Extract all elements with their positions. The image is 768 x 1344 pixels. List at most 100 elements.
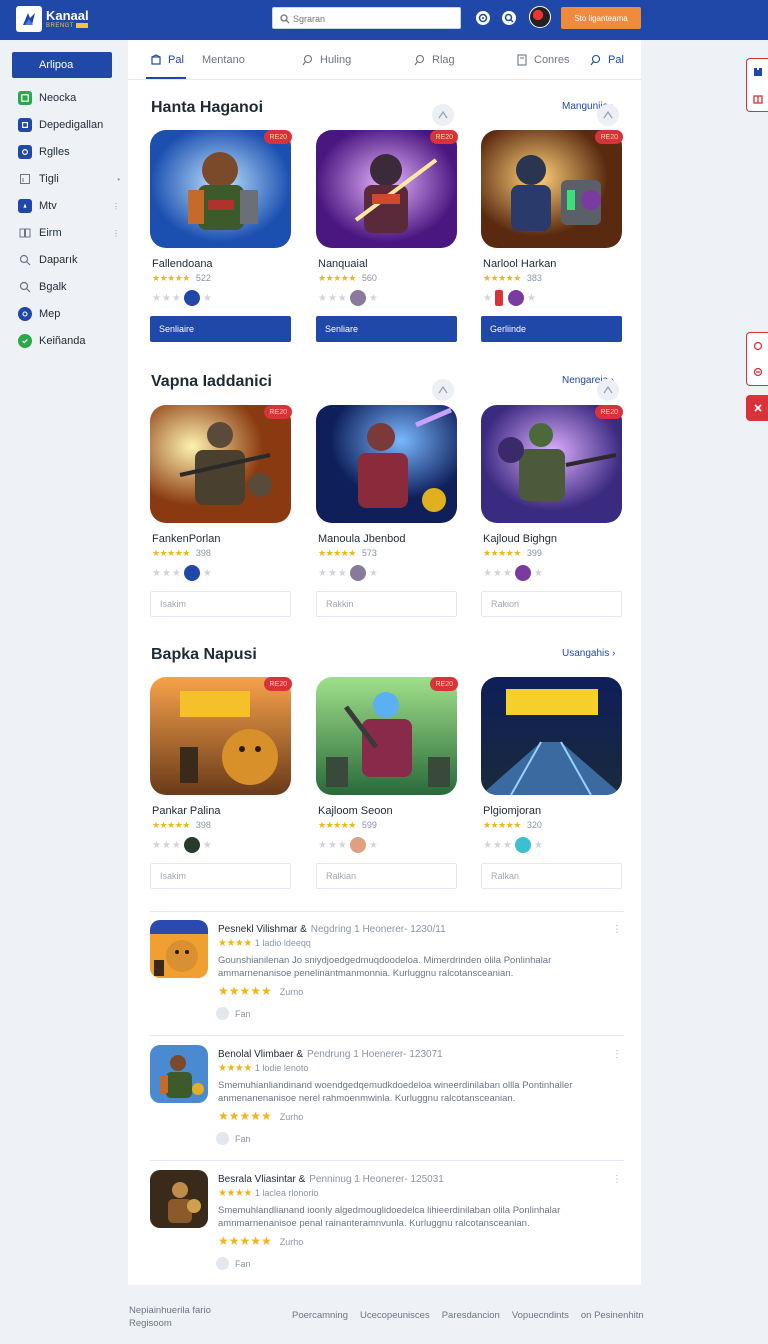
review-author[interactable]: Benolal Vlimbaer &: [218, 1049, 303, 1060]
signup-button[interactable]: Sto liganteama: [561, 7, 641, 29]
more-icon[interactable]: ⋮: [612, 1174, 622, 1185]
puzzle-icon[interactable]: [752, 66, 764, 78]
platform-icon: [494, 290, 503, 306]
more-icon[interactable]: ⋮: [112, 229, 120, 238]
game-thumbnail[interactable]: [316, 130, 457, 248]
tab-mentano[interactable]: Mentano: [202, 54, 245, 66]
rating-count: 320: [526, 820, 542, 830]
sidebar-item-8[interactable]: Bgalk: [12, 275, 112, 299]
game-action-button[interactable]: Senliare: [316, 316, 457, 342]
tab-pal[interactable]: Pal: [150, 54, 184, 66]
stars: ★★★★★: [318, 273, 356, 283]
game-title[interactable]: Kajloom Seoon: [318, 805, 393, 817]
share-icon[interactable]: [432, 104, 454, 126]
review-game-icon[interactable]: [150, 1045, 208, 1103]
platform-row: ★★★ ★: [318, 837, 379, 853]
game-title[interactable]: Nanquaial: [318, 258, 368, 270]
game-action-button[interactable]: Gerliinde: [481, 316, 622, 342]
like-button[interactable]: Fan: [216, 1007, 251, 1020]
game-title[interactable]: FankenPorlan: [152, 533, 221, 545]
game-thumbnail[interactable]: [150, 405, 291, 523]
game-title[interactable]: Manoula Jbenbod: [318, 533, 405, 545]
sidebar-item-9[interactable]: Mep: [12, 302, 112, 326]
discover-icon[interactable]: [502, 11, 516, 25]
game-title[interactable]: Kajloud Bighgn: [483, 533, 557, 545]
game-thumbnail[interactable]: [481, 677, 622, 795]
like-button[interactable]: Fan: [216, 1132, 251, 1145]
share-icon[interactable]: [597, 379, 619, 401]
sidebar-item-7[interactable]: Daparık: [12, 248, 112, 272]
platform-row: ★★★ ★: [483, 837, 544, 853]
tab-conres[interactable]: Conres: [516, 54, 569, 66]
sidebar-item-label: Neocka: [39, 92, 77, 104]
sidebar-item-home[interactable]: Arlipoa: [12, 52, 112, 78]
game-thumbnail[interactable]: [481, 130, 622, 248]
tab-huling[interactable]: Huling: [302, 54, 351, 66]
game-action-button[interactable]: Rakkin: [316, 591, 457, 617]
game-action-button[interactable]: Isakim: [150, 591, 291, 617]
review-item: Besrala Vliasintar & Penninug 1 Heonerer-…: [150, 1162, 624, 1286]
search-icon: [414, 54, 425, 66]
refresh-icon[interactable]: [752, 340, 764, 352]
sidebar-item-10[interactable]: Keiñanda: [12, 329, 112, 353]
tab-pal-right[interactable]: Pal: [590, 54, 624, 66]
share-icon[interactable]: [597, 104, 619, 126]
sidebar-item-3[interactable]: Rglles: [12, 140, 112, 164]
sidebar-item-5[interactable]: Mtv ⋮: [12, 194, 120, 218]
more-icon[interactable]: ⋮: [112, 202, 120, 211]
check-icon: [18, 334, 32, 348]
gift-icon[interactable]: [752, 92, 764, 104]
see-all-link[interactable]: Usangahis ›: [562, 648, 615, 659]
more-icon[interactable]: •: [117, 175, 120, 184]
stars: ★★★★: [218, 1188, 252, 1199]
user-avatar[interactable]: [529, 6, 551, 28]
game-thumbnail[interactable]: [481, 405, 622, 523]
stars: ★★★★★: [218, 1234, 272, 1248]
game-title[interactable]: Narlool Harkan: [483, 258, 556, 270]
review-stars: ★★★★ 1 lodie lenoto: [218, 1063, 308, 1074]
close-floating-button[interactable]: [746, 395, 768, 421]
game-action-button[interactable]: Senliaire: [150, 316, 291, 342]
minus-icon[interactable]: [752, 366, 764, 378]
sidebar-item-label: Daparık: [39, 254, 78, 266]
game-action-button[interactable]: Ralkian: [316, 863, 457, 889]
footer-link[interactable]: Vopuecndints: [512, 1310, 569, 1321]
chat-icon[interactable]: [476, 11, 490, 25]
footer-link[interactable]: Paresdancion: [442, 1310, 500, 1321]
review-author[interactable]: Pesnekl Vilishmar &: [218, 924, 307, 935]
more-icon[interactable]: ⋮: [612, 1049, 622, 1060]
sidebar-item-2[interactable]: Depedigallan: [12, 113, 112, 137]
footer-line: Nepiainhuerila fario: [129, 1305, 211, 1316]
review-meta: Pendrung 1 Hoenerer- 123071: [307, 1049, 443, 1060]
review-label: 1 lodie lenoto: [254, 1063, 309, 1073]
search-input[interactable]: [293, 11, 453, 26]
like-icon: [216, 1257, 229, 1270]
review-game-icon[interactable]: [150, 920, 208, 978]
game-thumbnail[interactable]: [150, 677, 291, 795]
sidebar-item-6[interactable]: Eirm ⋮: [12, 221, 120, 245]
stars: ★★★★: [218, 1063, 252, 1074]
game-action-button[interactable]: Rakion: [481, 591, 622, 617]
footer-link[interactable]: Poercamning: [292, 1310, 348, 1321]
game-action-button[interactable]: Isakim: [150, 863, 291, 889]
game-thumbnail[interactable]: [316, 677, 457, 795]
search-box[interactable]: [272, 7, 461, 29]
game-title[interactable]: Fallendoana: [152, 258, 213, 270]
game-title[interactable]: Pankar Palina: [152, 805, 221, 817]
review-author[interactable]: Besrala Vliasintar &: [218, 1174, 305, 1185]
game-thumbnail[interactable]: [316, 405, 457, 523]
sidebar-item-4[interactable]: Tigli •: [12, 167, 120, 191]
review-game-icon[interactable]: [150, 1170, 208, 1228]
game-thumbnail[interactable]: [150, 130, 291, 248]
tab-rlag[interactable]: Rlag: [414, 54, 455, 66]
like-button[interactable]: Fan: [216, 1257, 251, 1270]
share-icon[interactable]: [432, 379, 454, 401]
sidebar-item-1[interactable]: Neocka: [12, 86, 112, 110]
sidebar-item-label: Rglles: [39, 146, 70, 158]
footer-link[interactable]: on Pesinenhitn: [581, 1310, 644, 1321]
game-action-button[interactable]: Ralkan: [481, 863, 622, 889]
footer-link[interactable]: Ucecopeunisces: [360, 1310, 430, 1321]
more-icon[interactable]: ⋮: [612, 924, 622, 935]
game-title[interactable]: Plgiomjoran: [483, 805, 541, 817]
brand-logo[interactable]: [16, 6, 42, 32]
